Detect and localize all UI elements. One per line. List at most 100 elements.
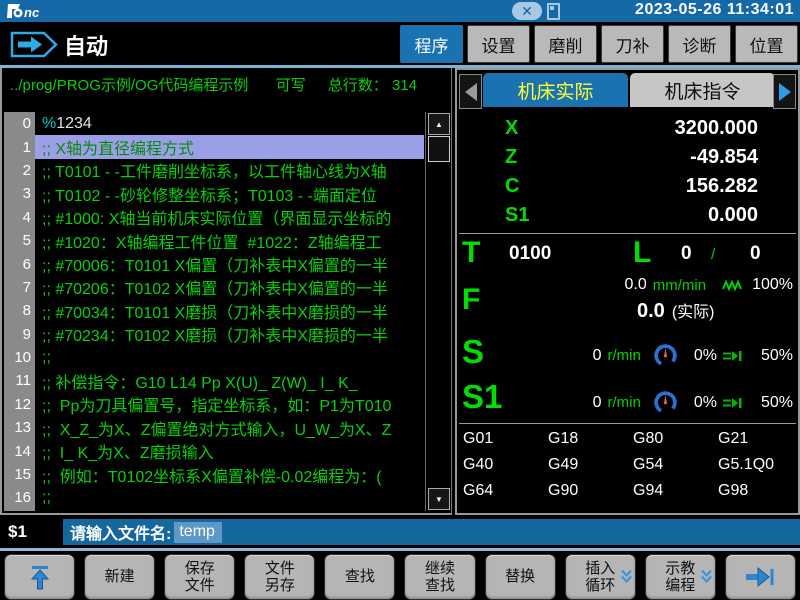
close-circle-icon[interactable]: ✕ [512, 2, 542, 20]
spindle-speed: 0 [593, 347, 602, 365]
spindle-label: S [462, 335, 484, 368]
code-line[interactable]: 11;; 补偿指令：G10 L14 Pp X(U)_ Z(W)_ I_ K_ [4, 369, 424, 392]
next-view-button[interactable] [773, 74, 796, 109]
input-value-selected[interactable]: temp [174, 522, 222, 543]
spindle1-unit: r/min [608, 394, 641, 411]
insert-cycle-button[interactable]: 插入循环 [565, 554, 636, 600]
right-triangle-icon [779, 83, 791, 101]
machine-status-panel: 机床实际 机床指令 X3200.000 Z-49.854 C156.282 S1… [455, 68, 800, 515]
code-line[interactable]: 5;; #1020：X轴编程工件位置 #1022：Z轴编程工 [4, 229, 424, 252]
editor-header: ../prog/PROG示例/OG代码编程示例 可写 总行数： 314 [10, 74, 417, 95]
tab-machine-actual[interactable]: 机床实际 [483, 73, 628, 107]
feed-rate-row: 0.0 mm/min 100% [625, 276, 794, 294]
mode-bar: 自动 程序 设置 磨削 刀补 诊断 位置 [0, 22, 800, 65]
code-line[interactable]: 14;; I_ K_为X、Z磨损输入 [4, 439, 424, 462]
auto-mode-arrow-icon [10, 31, 58, 58]
save-file-button[interactable]: 保存文件 [164, 554, 235, 600]
storage-icon [547, 3, 560, 20]
code-line[interactable]: 2;; T0101 - -工件磨削坐标系，以工件轴心线为X轴 [4, 159, 424, 182]
spindle-load-icon [722, 349, 743, 363]
feed-wave-icon [722, 279, 746, 292]
code-line[interactable]: 3;; T0102 - -砂轮修整坐标系；T0103 - -端面定位 [4, 182, 424, 205]
code-line[interactable]: 12;; Pp为刀具偏置号，指定坐标系，如：P1为T010 [4, 393, 424, 416]
scroll-up-icon[interactable]: ▲ [428, 113, 450, 135]
l-label: L [633, 238, 651, 268]
tab-program[interactable]: 程序 [400, 25, 463, 63]
tab-diagnosis[interactable]: 诊断 [668, 25, 731, 63]
spindle-override: 50% [761, 347, 793, 365]
command-line-row: $1 请输入文件名: temp [0, 515, 800, 548]
main-menu-tabs: 程序 设置 磨削 刀补 诊断 位置 [400, 25, 798, 63]
tab-settings[interactable]: 设置 [467, 25, 530, 63]
code-line[interactable]: 4;; #1000: X轴当前机床实际位置（界面显示坐标的 [4, 206, 424, 229]
gcode: G80 [633, 430, 718, 448]
gcode: G98 [718, 482, 800, 500]
tab-tool-comp[interactable]: 刀补 [601, 25, 664, 63]
spindle1-row: 0 r/min 0% 50% [593, 390, 793, 415]
gcode: G90 [548, 482, 633, 500]
find-button[interactable]: 查找 [324, 554, 395, 600]
new-file-button[interactable]: 新建 [84, 554, 155, 600]
gcode: G40 [463, 456, 548, 474]
code-line[interactable]: 9;; #70234：T0102 X磨损（刀补表中X磨损的一半 [4, 323, 424, 346]
divider [459, 423, 796, 424]
left-triangle-icon [465, 83, 477, 101]
spindle-load: 0% [694, 347, 717, 365]
divider [459, 233, 796, 234]
spindle-unit: r/min [608, 347, 641, 364]
scroll-down-icon[interactable]: ▼ [428, 488, 450, 510]
gcode: G21 [718, 430, 800, 448]
mode-label: 自动 [64, 29, 108, 61]
datetime-display: 2023-05-26 11:34:01 [635, 1, 794, 19]
spindle-row: 0 r/min 0% 50% [593, 343, 793, 368]
spindle1-label: S1 [462, 380, 502, 413]
axis-row: S10.000 [457, 204, 798, 233]
code-line[interactable]: 0%1234 [4, 112, 424, 135]
system-tray: ✕ [512, 2, 560, 20]
axis-row: Z-49.854 [457, 146, 798, 175]
feed-label: F [462, 285, 480, 315]
l-separator: / [711, 246, 715, 263]
tab-grinding[interactable]: 磨削 [534, 25, 597, 63]
code-area[interactable]: 0%1234 1;; X轴为直径编程方式 2;; T0101 - -工件磨削坐标… [4, 112, 424, 511]
teach-program-button[interactable]: 示教编程 [645, 554, 716, 600]
code-line[interactable]: 7;; #70206：T0102 X偏置（刀补表中X偏置的一半 [4, 276, 424, 299]
scrollbar-thumb[interactable] [428, 136, 450, 162]
gcode: G49 [548, 456, 633, 474]
code-line[interactable]: 13;; X_Z_为X、Z偏置绝对方式输入，U_W_为X、Z [4, 416, 424, 439]
replace-button[interactable]: 替换 [485, 554, 556, 600]
code-line[interactable]: 10;; [4, 346, 424, 369]
svg-text:nc: nc [24, 5, 40, 20]
code-line[interactable]: 15;; 例如：T0102坐标系X偏置补偿-0.02编程为：( [4, 463, 424, 486]
input-prompt: 请输入文件名: [70, 520, 171, 544]
channel-indicator: $1 [8, 522, 27, 542]
editor-scrollbar[interactable]: ▲ ▼ [425, 112, 451, 511]
return-menu-button[interactable] [4, 554, 75, 600]
code-line[interactable]: 16;; [4, 486, 424, 509]
feed-value: 0.0 [625, 276, 647, 294]
feed-unit: mm/min [653, 277, 706, 294]
filename-input[interactable]: 请输入文件名: temp [63, 519, 800, 545]
gcode: G54 [633, 456, 718, 474]
code-line[interactable]: 8;; #70034：T0101 X磨损（刀补表中X磨损的一半 [4, 299, 424, 322]
find-next-button[interactable]: 继续查找 [404, 554, 475, 600]
writable-flag: 可写 [276, 74, 306, 95]
spindle1-speed: 0 [593, 394, 602, 412]
tab-position[interactable]: 位置 [735, 25, 798, 63]
feed-actual-label: (实际) [672, 298, 715, 322]
feed-override: 100% [752, 276, 793, 294]
gcode: G64 [463, 482, 548, 500]
tab-machine-command[interactable]: 机床指令 [630, 73, 775, 107]
chevron-down-icon [620, 569, 633, 586]
save-as-button[interactable]: 文件另存 [244, 554, 315, 600]
code-line[interactable]: 6;; #70006：T0101 X偏置（刀补表中X偏置的一半 [4, 252, 424, 275]
code-line-selected[interactable]: 1;; X轴为直径编程方式 [4, 135, 424, 158]
next-softkey-page-button[interactable] [725, 554, 796, 600]
spindle1-load: 0% [694, 394, 717, 412]
prev-view-button[interactable] [459, 74, 482, 109]
next-page-icon [744, 564, 776, 590]
spindle1-override: 50% [761, 394, 793, 412]
softkey-bar: 新建 保存文件 文件另存 查找 继续查找 替换 插入循环 示教编程 [0, 551, 800, 600]
l-count: 0 [681, 243, 692, 265]
tool-label: T [462, 238, 480, 268]
